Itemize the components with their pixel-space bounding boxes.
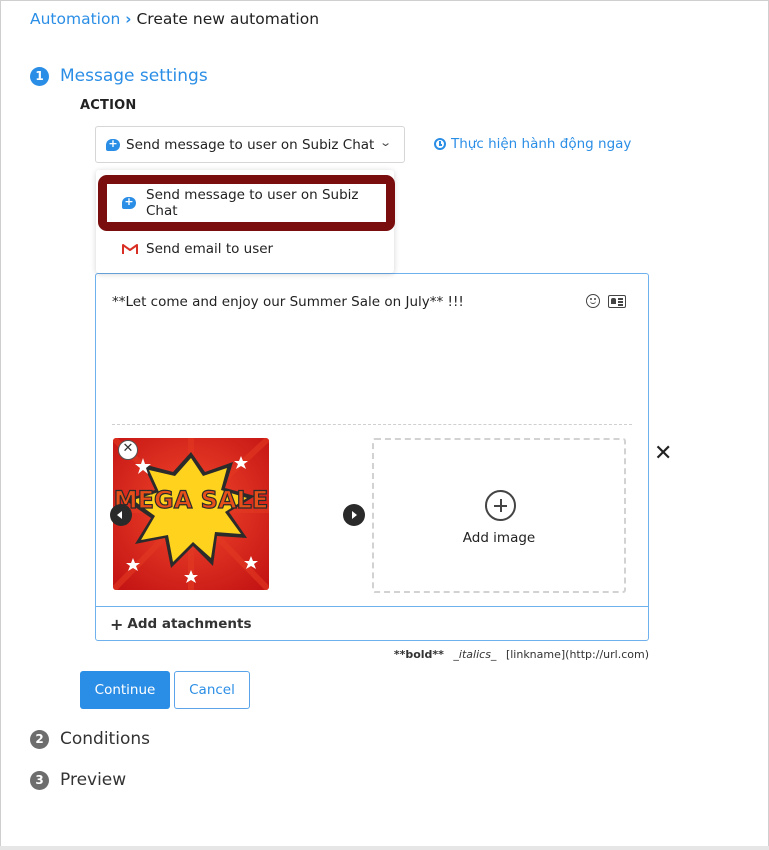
add-image-label: Add image bbox=[462, 530, 536, 546]
divider bbox=[112, 424, 632, 425]
chevron-down-icon: ⌄ bbox=[378, 136, 392, 149]
dropdown-option-label: Send message to user on Subiz Chat bbox=[146, 187, 359, 219]
action-label: ACTION bbox=[80, 98, 137, 113]
step-number-badge: 1 bbox=[30, 66, 49, 86]
breadcrumb-automation-link[interactable]: Automation bbox=[30, 10, 120, 28]
run-now-label: Thực hiện hành động ngay bbox=[451, 136, 632, 152]
format-hint: **bold** _italics_ [linkname](http://url… bbox=[394, 648, 649, 661]
run-now-link[interactable]: Thực hiện hành động ngay bbox=[434, 136, 631, 152]
mega-sale-image: MEGA SALE bbox=[113, 438, 269, 590]
bottom-border bbox=[0, 846, 769, 850]
action-dropdown-menu: Send message to user on Subiz Chat Send … bbox=[96, 170, 394, 273]
format-hint-italics: _italics_ bbox=[453, 648, 497, 661]
message-text[interactable]: **Let come and enjoy our Summer Sale on … bbox=[112, 294, 464, 310]
breadcrumb-current: Create new automation bbox=[136, 10, 320, 28]
breadcrumb: Automation › Create new automation bbox=[30, 10, 319, 28]
step-message-settings[interactable]: 1 Message settings bbox=[30, 66, 208, 86]
add-attachments-label: Add atachments bbox=[127, 616, 252, 632]
plus-icon: + bbox=[110, 614, 124, 634]
continue-button[interactable]: Continue bbox=[80, 671, 170, 709]
format-hint-link: [linkname](http://url.com) bbox=[505, 648, 649, 661]
step-title: Conditions bbox=[60, 729, 150, 749]
next-arrow-icon[interactable] bbox=[343, 504, 365, 526]
previous-arrow-icon[interactable] bbox=[110, 504, 132, 526]
step-title: Message settings bbox=[60, 66, 208, 86]
cancel-button[interactable]: Cancel bbox=[174, 671, 250, 709]
chat-icon bbox=[106, 136, 120, 152]
step-conditions[interactable]: 2 Conditions bbox=[30, 729, 150, 749]
add-attachments-button[interactable]: + Add atachments bbox=[96, 606, 648, 641]
plus-circle-icon bbox=[485, 490, 516, 521]
attached-image: MEGA SALE bbox=[113, 438, 269, 590]
gmail-icon bbox=[122, 244, 138, 254]
dropdown-option-email[interactable]: Send email to user bbox=[96, 228, 394, 270]
contact-card-icon[interactable] bbox=[608, 295, 626, 308]
dropdown-option-label: Send email to user bbox=[146, 241, 274, 257]
step-number-badge: 2 bbox=[30, 729, 49, 749]
dropdown-option-subiz-chat[interactable]: Send message to user on Subiz Chat bbox=[96, 182, 394, 224]
mega-sale-text: MEGA SALE bbox=[114, 486, 268, 514]
emoji-icon[interactable] bbox=[586, 294, 600, 308]
clock-icon bbox=[434, 138, 446, 150]
format-hint-bold: **bold** bbox=[393, 648, 444, 661]
message-editor: **Let come and enjoy our Summer Sale on … bbox=[95, 273, 649, 641]
close-icon[interactable]: ✕ bbox=[654, 441, 672, 467]
breadcrumb-separator-icon: › bbox=[125, 10, 132, 28]
step-preview[interactable]: 3 Preview bbox=[30, 770, 126, 790]
remove-image-button[interactable]: ✕ bbox=[118, 440, 138, 460]
step-number-badge: 3 bbox=[30, 770, 49, 790]
action-select-value: Send message to user on Subiz Chat bbox=[126, 136, 375, 153]
add-image-dropzone[interactable]: Add image bbox=[372, 438, 626, 593]
action-select[interactable]: Send message to user on Subiz Chat ⌄ bbox=[95, 126, 405, 163]
step-title: Preview bbox=[60, 770, 127, 790]
chat-icon bbox=[122, 194, 136, 210]
